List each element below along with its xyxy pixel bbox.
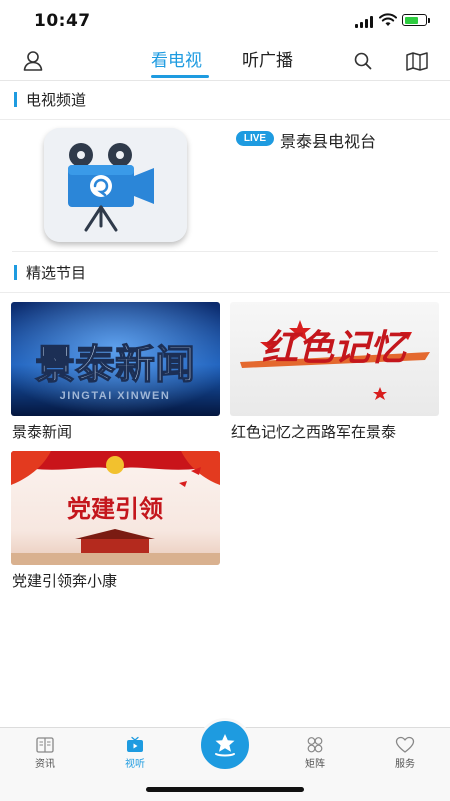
bottom-nav-label: 资讯 [35, 759, 55, 770]
bottom-nav-item-video[interactable]: 视听 [90, 728, 180, 778]
status-time: 10:47 [34, 11, 91, 31]
section-title: 电视频道 [26, 91, 87, 109]
bottom-nav-label: 服务 [395, 759, 415, 770]
tv-icon [127, 736, 143, 752]
top-nav: 看电视 听广播 [0, 44, 450, 81]
program-card[interactable]: 景泰新闻 JINGTAI XINWEN 景泰新闻 [11, 302, 220, 441]
section-featured: 精选节目 [0, 253, 450, 291]
bottom-nav-label: 矩阵 [305, 759, 325, 770]
program-title[interactable]: 红色记忆之西路军在景泰 [231, 421, 396, 442]
status-bar: 10:47 [0, 0, 450, 44]
divider [0, 119, 450, 120]
program-thumbnail[interactable]: 红色记忆 [230, 302, 439, 416]
program-thumbnail[interactable]: 党建引领 [11, 451, 220, 565]
program-card[interactable]: 红色记忆 红色记忆之西路军在景泰 [230, 302, 439, 441]
user-icon[interactable] [20, 48, 46, 74]
bottom-nav-item-service[interactable]: 服务 [360, 728, 450, 778]
program-title[interactable]: 党建引领奔小康 [12, 570, 117, 591]
map-icon[interactable] [404, 48, 430, 74]
program-card[interactable]: 党建引领 党建引领奔小康 [11, 451, 220, 590]
divider [0, 292, 450, 293]
heart-icon [395, 736, 415, 753]
thumbnail-text: 党建引领 [67, 495, 163, 523]
bottom-nav-label: 视听 [125, 759, 145, 770]
home-star-icon [215, 734, 235, 757]
active-tab-indicator [151, 75, 209, 78]
battery-cap [428, 18, 430, 23]
home-indicator [146, 787, 304, 792]
section-accent-bar [14, 265, 17, 280]
section-accent-bar [14, 92, 17, 107]
camera-icon [44, 128, 187, 242]
bottom-nav-item-matrix[interactable]: 矩阵 [270, 728, 360, 778]
channel-logo[interactable] [44, 128, 187, 242]
channel-name[interactable]: 景泰县电视台 [280, 128, 376, 152]
thumbnail-text: 红色记忆 [262, 327, 411, 369]
program-thumbnail[interactable]: 景泰新闻 JINGTAI XINWEN [11, 302, 220, 416]
tab-watch-tv[interactable]: 看电视 [151, 46, 202, 71]
center-home-button[interactable] [198, 718, 252, 772]
bottom-nav-item-news[interactable]: 资讯 [0, 728, 90, 778]
signal-icon [355, 16, 375, 28]
battery-icon [402, 14, 427, 26]
matrix-icon [307, 737, 323, 753]
newspaper-icon [36, 737, 54, 753]
wifi-icon [379, 13, 397, 26]
program-title[interactable]: 景泰新闻 [12, 421, 72, 442]
thumbnail-subtext: JINGTAI XINWEN [60, 390, 171, 402]
tab-radio[interactable]: 听广播 [242, 46, 293, 71]
search-icon[interactable] [350, 48, 376, 74]
section-title: 精选节目 [26, 264, 87, 282]
section-tv-channels: 电视频道 [0, 80, 450, 118]
live-badge: LIVE [236, 131, 274, 146]
divider [12, 251, 438, 252]
thumbnail-text: 景泰新闻 [35, 342, 195, 388]
